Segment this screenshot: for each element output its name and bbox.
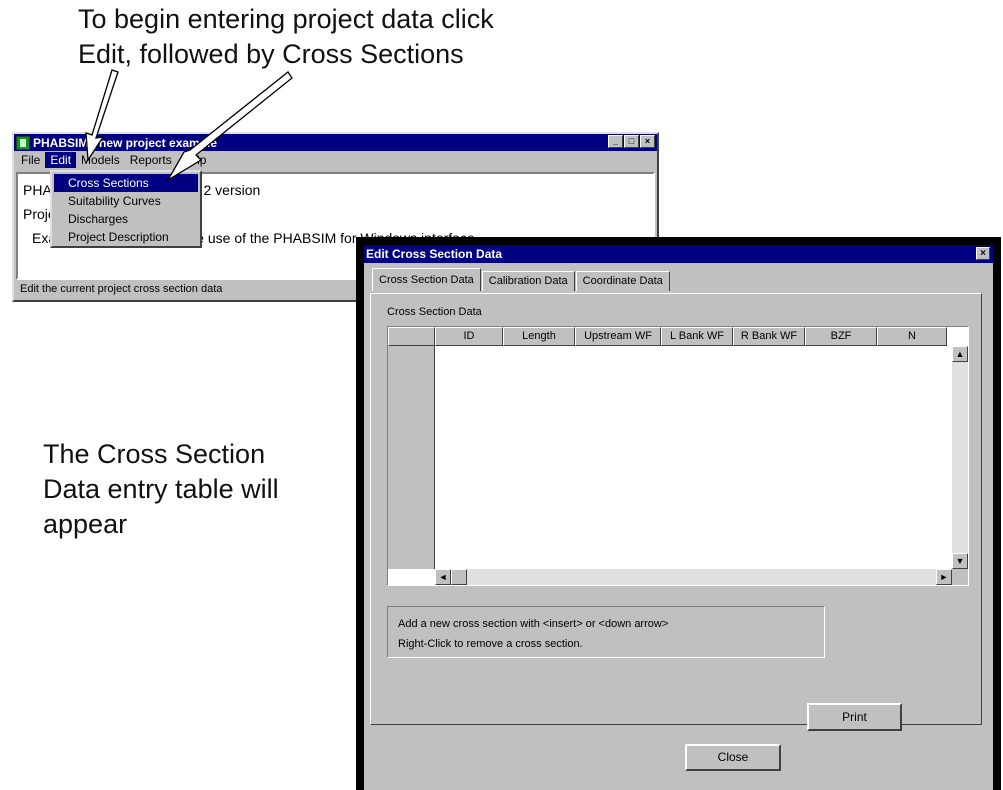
edit-cross-section-dialog: Edit Cross Section Data × Cross Section … [364,245,993,790]
horizontal-scrollbar[interactable]: ◄ ► [435,569,952,585]
scroll-up-icon[interactable]: ▲ [952,346,968,362]
scroll-down-icon[interactable]: ▼ [952,553,968,569]
menu-item-discharges[interactable]: Discharges [54,210,198,228]
group-label: Cross Section Data [387,306,482,318]
menu-reports[interactable]: Reports [125,152,177,168]
column-header-upstream-wf[interactable]: Upstream WF [575,327,661,346]
menu-help[interactable]: Help [177,152,212,168]
vertical-scrollbar[interactable]: ▲ ▼ [952,346,968,569]
grid-corner-header [388,327,435,346]
instruction-line-2: Edit, followed by Cross Sections [78,39,464,69]
menu-edit[interactable]: Edit [45,151,77,168]
scroll-thumb[interactable] [451,569,467,585]
minimize-button[interactable]: _ [608,135,623,148]
close-window-button[interactable]: × [640,135,655,148]
print-button[interactable]: Print [807,703,902,731]
main-window-title: PHABSIM - new project example [33,135,218,150]
menu-item-cross-sections[interactable]: Cross Sections [54,174,198,192]
column-header-r-bank-wf[interactable]: R Bank WF [733,327,805,346]
result-note-line-1: The Cross Section [43,439,266,469]
dialog-titlebar[interactable]: Edit Cross Section Data × [364,245,993,263]
close-icon[interactable]: × [976,247,990,260]
scroll-right-icon[interactable]: ► [936,569,952,585]
app-icon [16,135,30,150]
instruction-text: To begin entering project data click Edi… [78,2,494,72]
column-header-id[interactable]: ID [435,327,503,346]
main-titlebar[interactable]: PHABSIM - new project example _ □ × [14,134,657,151]
maximize-button[interactable]: □ [624,135,639,148]
hint-remove-text: Right-Click to remove a cross section. [398,638,583,650]
edit-dropdown-menu: Cross Sections Suitability Curves Discha… [50,170,202,248]
grid-header: ID Length Upstream WF L Bank WF R Bank W… [388,327,947,346]
dialog-frame: Edit Cross Section Data × Cross Section … [356,237,1001,790]
menu-models[interactable]: Models [76,152,125,168]
instruction-line-1: To begin entering project data click [78,4,494,34]
tab-calibration-data[interactable]: Calibration Data [481,271,575,291]
hint-add-text: Add a new cross section with <insert> or… [398,618,669,630]
grid-row-headers [388,346,435,569]
tab-panel: Cross Section Data ID Length Upstream WF… [370,293,982,731]
hint-box: Add a new cross section with <insert> or… [387,606,825,658]
result-note: The Cross Section Data entry table will … [43,437,279,542]
cross-section-grid[interactable]: ID Length Upstream WF L Bank WF R Bank W… [387,326,969,586]
menu-file[interactable]: File [16,152,45,168]
column-header-length[interactable]: Length [503,327,575,346]
main-menubar: File Edit Models Reports Help [14,151,657,168]
scroll-left-icon[interactable]: ◄ [435,569,451,585]
dialog-title: Edit Cross Section Data [366,247,503,261]
result-note-line-3: appear [43,509,128,539]
dialog-tabs: Cross Section Data Calibration Data Coor… [372,268,671,291]
column-header-n[interactable]: N [877,327,947,346]
column-header-l-bank-wf[interactable]: L Bank WF [661,327,733,346]
close-button[interactable]: Close [685,744,781,771]
menu-item-suitability-curves[interactable]: Suitability Curves [54,192,198,210]
tab-cross-section-data[interactable]: Cross Section Data [372,268,481,291]
scroll-corner [952,569,968,585]
result-note-line-2: Data entry table will [43,474,279,504]
menu-item-project-description[interactable]: Project Description [54,228,198,246]
tab-coordinate-data[interactable]: Coordinate Data [575,271,670,291]
column-header-bzf[interactable]: BZF [805,327,877,346]
